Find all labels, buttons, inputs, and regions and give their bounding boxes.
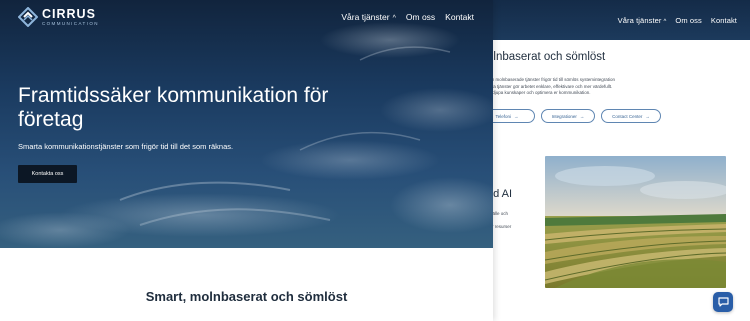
arrow-right-icon: → bbox=[579, 113, 585, 119]
secondary-link-pills: Telefoni → Integrationer → Contact Cente… bbox=[479, 109, 661, 123]
pill-label: Telefoni bbox=[495, 113, 511, 119]
chevron-up-icon: ^ bbox=[663, 19, 667, 25]
link-pill-contact-center[interactable]: Contact Center → bbox=[601, 109, 661, 123]
logo-tagline: COMMUNICATION bbox=[42, 20, 99, 26]
link-pill-integrationer[interactable]: Integrationer → bbox=[541, 109, 595, 123]
secondary-nav-about[interactable]: Om oss bbox=[675, 16, 701, 25]
section-title: Smart, molnbaserat och sömlöst bbox=[145, 289, 348, 304]
logo-name: CIRRUS bbox=[42, 6, 96, 21]
secondary-nav: Våra tjänster ^ Om oss Kontakt bbox=[618, 16, 737, 25]
chat-launcher-button[interactable] bbox=[713, 292, 733, 312]
pill-label: Integrationer bbox=[551, 113, 577, 119]
hero-title: Framtidssäker kommunikation för företag bbox=[18, 84, 329, 131]
primary-nav: Våra tjänster ^ Om oss Kontakt bbox=[341, 12, 474, 22]
nav-item-contact[interactable]: Kontakt bbox=[445, 12, 474, 22]
arrow-right-icon: → bbox=[514, 113, 519, 119]
primary-page-window: CIRRUS COMMUNICATION Våra tjänster ^ Om o… bbox=[0, 0, 493, 321]
field-photo-graphic bbox=[545, 156, 726, 288]
hero-lead-text: Smarta kommunikationstjänster som frigör… bbox=[18, 142, 234, 151]
cirrus-logo-icon bbox=[18, 7, 38, 27]
brand-logo[interactable]: CIRRUS COMMUNICATION bbox=[18, 7, 99, 27]
hero-section: CIRRUS COMMUNICATION Våra tjänster ^ Om o… bbox=[0, 0, 493, 248]
secondary-section-body: och molnbaserade tjänster frigör tid til… bbox=[487, 77, 647, 97]
secondary-section-heading: olnbaserat och sömlöst bbox=[487, 51, 606, 63]
logo-wordmark: CIRRUS COMMUNICATION bbox=[42, 6, 99, 27]
secondary-nav-services[interactable]: Våra tjänster ^ bbox=[618, 16, 667, 25]
nav-item-about[interactable]: Om oss bbox=[406, 12, 435, 22]
contact-us-button[interactable]: Kontakta oss bbox=[18, 165, 77, 183]
secondary-header-bar: Våra tjänster ^ Om oss Kontakt bbox=[479, 0, 750, 40]
secondary-page-window: Våra tjänster ^ Om oss Kontakt olnbaserat… bbox=[478, 0, 750, 321]
arrow-right-icon: → bbox=[645, 113, 650, 119]
chevron-up-icon: ^ bbox=[392, 15, 396, 22]
chat-bubble-icon bbox=[717, 297, 729, 307]
pill-label: Contact Center bbox=[612, 113, 643, 119]
nav-item-services[interactable]: Våra tjänster ^ bbox=[341, 12, 396, 22]
composite-screenshot: Våra tjänster ^ Om oss Kontakt olnbaserat… bbox=[0, 0, 750, 321]
body-line: fördjupa kunskaper och optimera er kommu… bbox=[487, 90, 591, 95]
field-landscape-photo bbox=[545, 156, 726, 288]
secondary-nav-contact[interactable]: Kontakt bbox=[711, 16, 737, 25]
